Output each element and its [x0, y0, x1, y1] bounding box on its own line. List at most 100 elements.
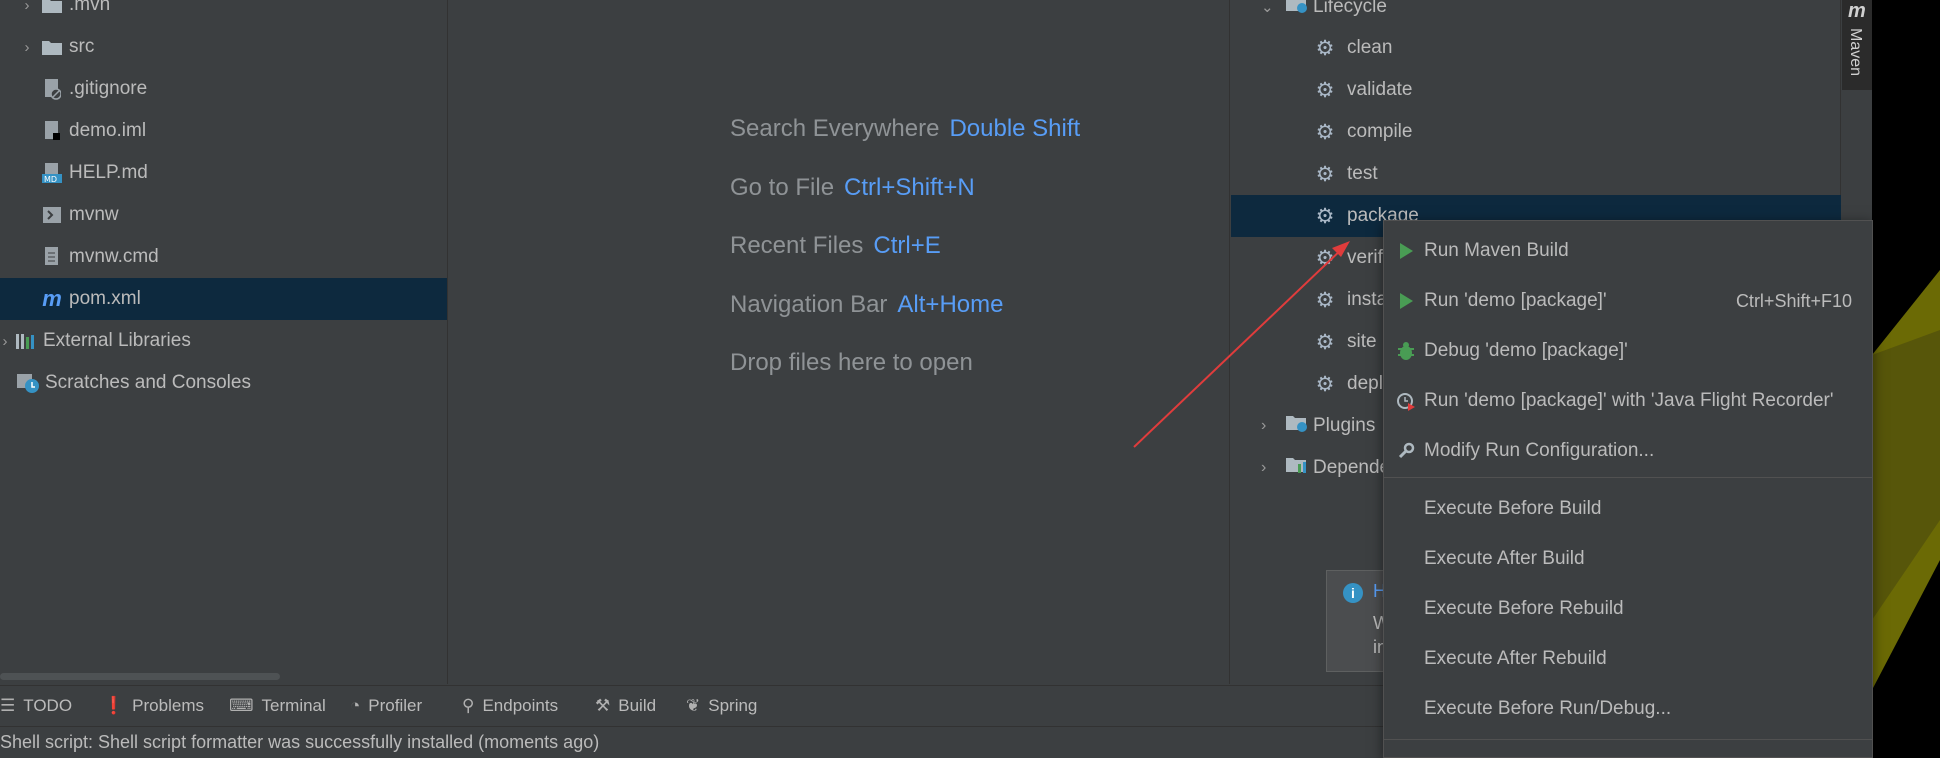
menu-item-label: Execute After Build [1424, 548, 1585, 569]
tree-item-label: HELP.md [69, 162, 148, 183]
menu-item-debug-demo-package[interactable]: Debug 'demo [package]' [1384, 327, 1872, 375]
tool-endpoints[interactable]: ⚲ Endpoints [462, 686, 558, 726]
hint-label: Recent Files [730, 232, 864, 259]
tool-spring[interactable]: ❦ Spring [686, 686, 757, 726]
project-tool-window: › .mvn › src .gitignore demo.iml MD HELP… [0, 0, 448, 684]
menu-item-label: Execute Before Rebuild [1424, 598, 1624, 619]
tool-label: Terminal [261, 696, 326, 715]
tree-item-mvn[interactable]: › .mvn [0, 0, 447, 26]
shell-script-icon [40, 204, 64, 226]
tool-todo[interactable]: ☰ TODO [0, 686, 72, 726]
menu-item-label: Modify Run Configuration... [1424, 440, 1655, 461]
horizontal-scrollbar[interactable] [0, 673, 280, 680]
hint-search-everywhere: Search Everywhere Double Shift [730, 115, 1080, 143]
maven-goal-test[interactable]: ⚙ test [1231, 153, 1841, 195]
menu-item-modify-run-config[interactable]: Modify Run Configuration... [1384, 427, 1872, 475]
menu-item-execute-before-rebuild[interactable]: Execute Before Rebuild [1384, 585, 1872, 633]
tree-item-mvnw-cmd[interactable]: mvnw.cmd [0, 236, 447, 278]
hint-navigation-bar: Navigation Bar Alt+Home [730, 291, 1003, 319]
tree-item-label: .gitignore [69, 78, 148, 99]
tree-item-scratches[interactable]: Scratches and Consoles [0, 362, 447, 404]
tool-profiler[interactable]: ◔ Profiler [350, 686, 422, 726]
menu-item-execute-before-build[interactable]: Execute Before Build [1384, 485, 1872, 533]
profiler-icon: ◔ [350, 696, 361, 715]
menu-item-shortcut: Ctrl+Shift+F10 [1735, 290, 1852, 311]
menu-item-execute-after-rebuild[interactable]: Execute After Rebuild [1384, 635, 1872, 683]
wallpaper-shape [1872, 270, 1940, 690]
tree-item-label: mvnw [69, 204, 119, 225]
spring-leaf-icon: ❦ [686, 696, 701, 715]
hammer-icon: ⚒ [595, 696, 611, 715]
menu-item-run-with-jfr[interactable]: Run 'demo [package]' with 'Java Flight R… [1384, 377, 1872, 425]
tree-item-gitignore[interactable]: .gitignore [0, 68, 447, 110]
goal-label: clean [1347, 37, 1393, 58]
plugins-folder-icon [1285, 413, 1309, 439]
tree-item-label: demo.iml [69, 120, 147, 141]
tree-item-label: Scratches and Consoles [45, 372, 251, 393]
chevron-right-icon[interactable]: › [1261, 417, 1279, 435]
chevron-right-icon[interactable]: › [18, 0, 36, 14]
tree-item-external-libraries[interactable]: › External Libraries [0, 320, 447, 362]
tool-terminal[interactable]: ⌨ Terminal [229, 686, 326, 726]
menu-item-execute-before-run-debug[interactable]: Execute Before Run/Debug... [1384, 685, 1872, 733]
run-icon [1388, 242, 1424, 260]
tool-label: Profiler [368, 696, 423, 715]
maven-tool-tab[interactable]: m Maven [1842, 0, 1872, 90]
menu-item-run-maven-build[interactable]: Run Maven Build [1384, 227, 1872, 275]
tree-item-src[interactable]: › src [0, 26, 447, 68]
tool-label: Build [618, 696, 657, 715]
plugins-label: Plugins [1313, 415, 1376, 436]
hint-shortcut: Double Shift [949, 115, 1081, 142]
hint-label: Drop files here to open [730, 349, 973, 376]
menu-item-run-demo-package[interactable]: Run 'demo [package]' Ctrl+Shift+F10 [1384, 277, 1872, 325]
tool-label: Endpoints [482, 696, 559, 715]
maven-lifecycle-node[interactable]: ⌄ Lifecycle [1231, 0, 1841, 28]
gear-icon: ⚙ [1315, 162, 1335, 186]
terminal-icon: ⌨ [229, 696, 254, 715]
chevron-right-icon[interactable]: › [1261, 459, 1279, 477]
gitignore-file-icon [40, 78, 64, 100]
maven-tab-label: Maven [1847, 28, 1864, 77]
menu-separator [1384, 739, 1872, 740]
menu-item-execute-after-build[interactable]: Execute After Build [1384, 535, 1872, 583]
menu-item-label: Run Maven Build [1424, 240, 1569, 261]
maven-goal-clean[interactable]: ⚙ clean [1231, 27, 1841, 69]
hint-shortcut: Ctrl+E [873, 232, 941, 259]
editor-empty-state: Search Everywhere Double Shift Go to File… [449, 0, 1230, 684]
tool-build[interactable]: ⚒ Build [595, 686, 656, 726]
maven-goal-validate[interactable]: ⚙ validate [1231, 69, 1841, 111]
gear-icon: ⚙ [1315, 36, 1335, 60]
status-message[interactable]: Shell script: Shell script formatter was… [0, 732, 599, 753]
chevron-right-icon[interactable]: › [18, 39, 36, 56]
gear-icon: ⚙ [1315, 330, 1335, 354]
folder-icon [40, 0, 64, 16]
debug-icon [1388, 341, 1424, 361]
tool-problems[interactable]: ❗ Problems [103, 686, 204, 726]
goal-label: validate [1347, 79, 1413, 100]
gear-icon: ⚙ [1315, 288, 1335, 312]
gear-icon: ⚙ [1315, 246, 1335, 270]
tool-label: TODO [23, 696, 73, 715]
chevron-right-icon[interactable]: › [0, 333, 14, 350]
markdown-file-icon: MD [40, 162, 64, 184]
tree-item-label: mvnw.cmd [69, 246, 159, 267]
maven-goal-compile[interactable]: ⚙ compile [1231, 111, 1841, 153]
tree-item-demo-iml[interactable]: demo.iml [0, 110, 447, 152]
tree-item-mvnw[interactable]: mvnw [0, 194, 447, 236]
gear-icon: ⚙ [1315, 120, 1335, 144]
lifecycle-folder-icon [1285, 0, 1309, 20]
tree-item-help-md[interactable]: MD HELP.md [0, 152, 447, 194]
tool-label: Spring [708, 696, 758, 715]
tree-item-label: pom.xml [69, 288, 141, 309]
run-icon [1388, 292, 1424, 310]
menu-item-label: Debug 'demo [package]' [1424, 340, 1628, 361]
text-file-icon [40, 246, 64, 268]
tree-item-pom-xml[interactable]: m pom.xml [0, 278, 447, 320]
problems-icon: ❗ [103, 696, 125, 715]
lifecycle-label: Lifecycle [1313, 0, 1387, 17]
info-icon: i [1343, 583, 1363, 603]
gear-icon: ⚙ [1315, 78, 1335, 102]
tree-item-label: src [69, 36, 95, 57]
goal-label: compile [1347, 121, 1413, 142]
chevron-down-icon[interactable]: ⌄ [1261, 0, 1279, 16]
